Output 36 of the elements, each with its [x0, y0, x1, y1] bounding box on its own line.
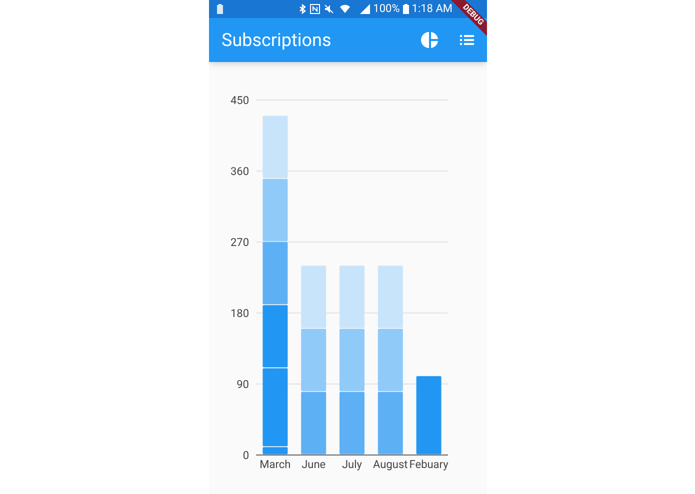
bar-segment — [262, 305, 288, 368]
x-category-label: July — [342, 458, 362, 471]
y-tick-label: 360 — [230, 165, 248, 178]
y-tick-label: 180 — [230, 307, 248, 320]
bar-segment — [377, 328, 402, 392]
battery-percentage: 100% — [373, 0, 400, 17]
pie-chart-button[interactable] — [420, 31, 438, 49]
y-tick-label: 0 — [242, 449, 248, 462]
y-tick-label: 270 — [230, 236, 248, 249]
bar-segment — [262, 116, 288, 178]
y-tick-label: 450 — [230, 94, 248, 107]
y-tick-label: 90 — [236, 378, 248, 391]
battery-icon — [402, 4, 409, 14]
x-category-label: June — [301, 458, 326, 471]
battery-icon — [216, 4, 222, 14]
list-button[interactable] — [458, 32, 474, 48]
signal-icon — [360, 4, 370, 14]
bar-segment — [262, 242, 288, 304]
app-title: Subscriptions — [222, 28, 332, 52]
bar-segment — [339, 392, 364, 454]
clock-time: 1:18 AM — [412, 0, 452, 17]
wifi-icon — [340, 4, 350, 14]
nfc-icon — [310, 4, 320, 14]
bluetooth-icon — [299, 4, 306, 14]
bar-segment — [377, 392, 402, 454]
bar-segment — [339, 266, 364, 328]
x-category-label: March — [259, 458, 290, 471]
bar-segment — [377, 266, 402, 328]
bar-segment — [262, 178, 288, 242]
bar-segment — [300, 266, 326, 328]
bar-segment — [300, 392, 326, 454]
bar-segment — [300, 328, 326, 392]
mute-icon — [324, 4, 334, 14]
x-category-label: Febuary — [408, 458, 448, 471]
x-category-label: August — [372, 458, 408, 471]
bar-segment — [339, 328, 364, 392]
